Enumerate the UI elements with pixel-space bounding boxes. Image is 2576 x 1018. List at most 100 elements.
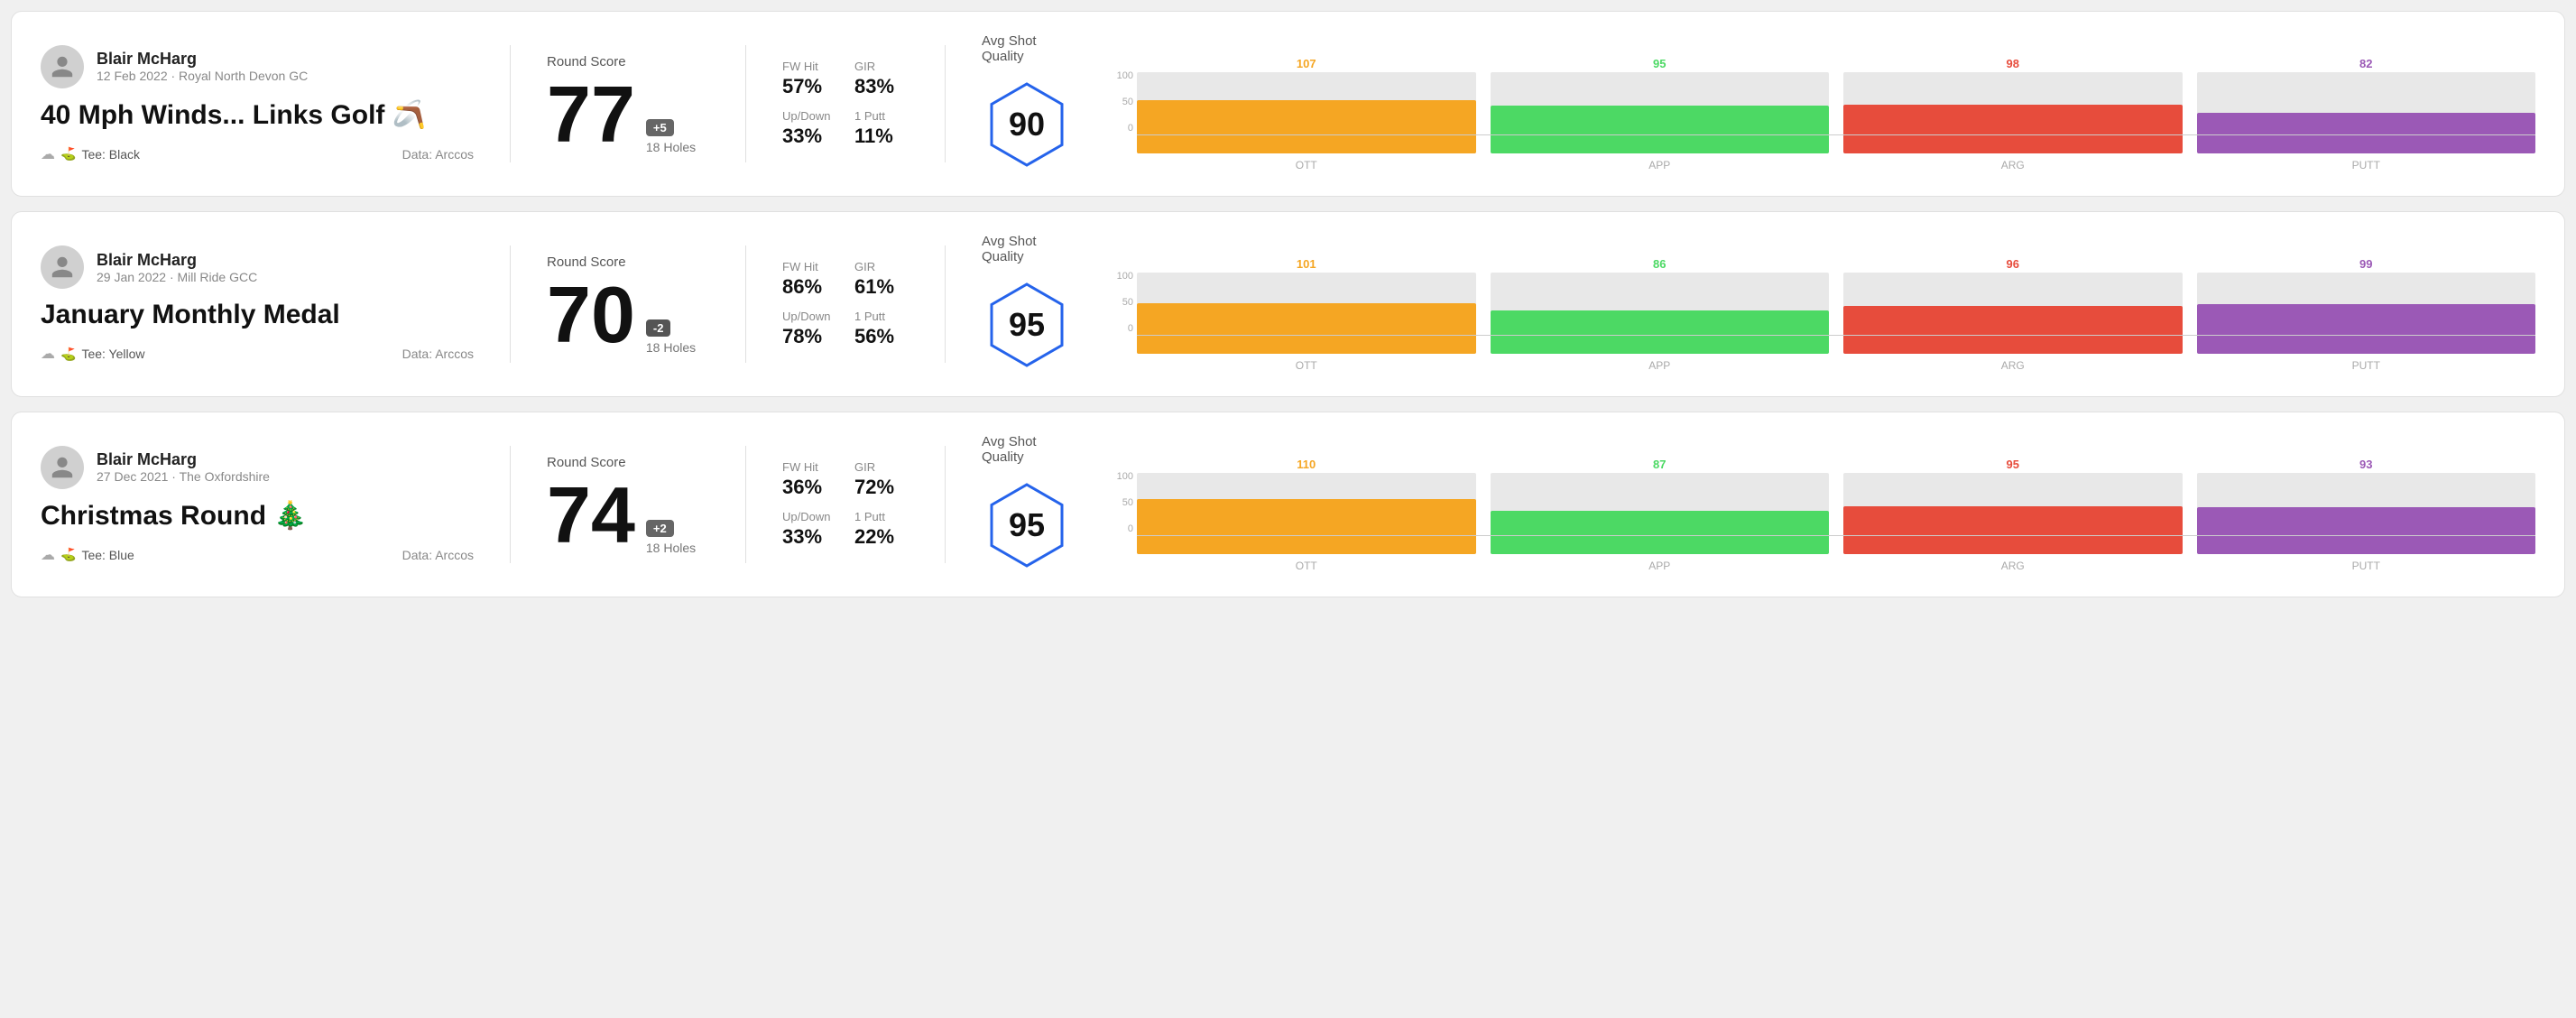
card-left: Blair McHarg12 Feb 2022 · Royal North De… — [41, 45, 510, 163]
bar-bg-app — [1491, 273, 1830, 354]
stat-label-gir: GIR — [854, 260, 909, 273]
chart-container: 100500107OTT95APP98ARG82PUTT — [1090, 54, 2535, 153]
score-badge: -2 — [646, 319, 671, 337]
stat-label-gir: GIR — [854, 460, 909, 474]
stat-value-up-down: 33% — [782, 525, 836, 549]
data-source: Data: Arccos — [402, 347, 474, 361]
stat-label-fw-hit: FW Hit — [782, 60, 836, 73]
chart-baseline — [1137, 134, 2535, 135]
bar-bg-putt — [2197, 473, 2536, 554]
user-info: Blair McHarg12 Feb 2022 · Royal North De… — [97, 50, 308, 83]
bar-label-app: APP — [1648, 159, 1670, 171]
hexagon-container: 90 — [982, 75, 1072, 174]
user-date: 12 Feb 2022 · Royal North Devon GC — [97, 69, 308, 83]
bar-fill-putt — [2197, 304, 2536, 354]
avatar — [41, 446, 84, 489]
bar-fill-ott — [1137, 499, 1476, 554]
stat-value-one-putt: 22% — [854, 525, 909, 549]
golf-bag-icon: ⛳ — [60, 547, 76, 562]
card-footer: ☁⛳Tee: BlackData: Arccos — [41, 145, 474, 163]
bar-bg-ott — [1137, 72, 1476, 153]
stat-label-gir: GIR — [854, 60, 909, 73]
bar-value-ott: 101 — [1297, 256, 1316, 273]
stat-gir: GIR72% — [854, 460, 909, 499]
score-row: 77 +518 Holes — [547, 75, 709, 154]
bar-col-putt: 93PUTT — [2197, 473, 2536, 554]
stat-value-gir: 61% — [854, 275, 909, 299]
golf-bag-icon: ⛳ — [60, 347, 76, 362]
card-footer: ☁⛳Tee: BlueData: Arccos — [41, 546, 474, 564]
stat-value-fw-hit: 57% — [782, 75, 836, 98]
score-holes: 18 Holes — [646, 340, 696, 355]
bar-bg-app — [1491, 473, 1830, 554]
bars-wrapper: 100500107OTT95APP98ARG82PUTT — [1108, 54, 2535, 153]
bar-bg-ott — [1137, 273, 1476, 354]
score-section: Round Score70-218 Holes — [511, 255, 745, 355]
tee-info: ☁⛳Tee: Blue — [41, 546, 134, 564]
y-label-100: 100 — [1108, 271, 1133, 282]
round-card: Blair McHarg29 Jan 2022 · Mill Ride GCCJ… — [11, 211, 2565, 397]
user-info: Blair McHarg29 Jan 2022 · Mill Ride GCC — [97, 251, 257, 284]
bar-bg-arg — [1843, 473, 2183, 554]
y-label-0: 0 — [1108, 523, 1133, 534]
bar-col-putt: 99PUTT — [2197, 273, 2536, 354]
user-date: 29 Jan 2022 · Mill Ride GCC — [97, 270, 257, 284]
user-row: Blair McHarg29 Jan 2022 · Mill Ride GCC — [41, 245, 474, 289]
y-axis-labels: 100500 — [1108, 271, 1133, 334]
quality-score: 95 — [1009, 506, 1045, 544]
bar-bg-ott — [1137, 473, 1476, 554]
bar-label-app: APP — [1648, 359, 1670, 372]
bar-fill-app — [1491, 106, 1830, 153]
bar-label-ott: OTT — [1296, 359, 1317, 372]
score-section: Round Score74+218 Holes — [511, 455, 745, 555]
data-source: Data: Arccos — [402, 147, 474, 162]
bar-col-app: 87APP — [1491, 473, 1830, 554]
user-name: Blair McHarg — [97, 450, 270, 469]
stats-grid: FW Hit57%GIR83%Up/Down33%1 Putt11% — [782, 60, 909, 148]
bar-label-ott: OTT — [1296, 560, 1317, 572]
score-label: Round Score — [547, 255, 709, 270]
card-footer: ☁⛳Tee: YellowData: Arccos — [41, 345, 474, 363]
quality-label: Avg Shot Quality — [982, 234, 1063, 264]
quality-label: Avg Shot Quality — [982, 434, 1063, 465]
stat-one-putt: 1 Putt56% — [854, 310, 909, 348]
stat-label-fw-hit: FW Hit — [782, 260, 836, 273]
y-label-0: 0 — [1108, 123, 1133, 134]
stats-grid: FW Hit36%GIR72%Up/Down33%1 Putt22% — [782, 460, 909, 549]
user-info: Blair McHarg27 Dec 2021 · The Oxfordshir… — [97, 450, 270, 484]
tee-label: Tee: Black — [81, 147, 140, 162]
hexagon-container: 95 — [982, 476, 1072, 575]
chart-baseline — [1137, 535, 2535, 536]
bar-fill-app — [1491, 310, 1830, 354]
score-holes: 18 Holes — [646, 140, 696, 154]
score-right: +218 Holes — [646, 520, 696, 555]
bar-bg-app — [1491, 72, 1830, 153]
bar-col-arg: 95ARG — [1843, 473, 2183, 554]
bar-value-app: 86 — [1653, 256, 1666, 273]
chart-container: 100500110OTT87APP95ARG93PUTT — [1090, 455, 2535, 554]
stat-up-down: Up/Down33% — [782, 109, 836, 148]
stat-value-one-putt: 56% — [854, 325, 909, 348]
quality-section: Avg Shot Quality 95 — [946, 234, 1090, 375]
tee-label: Tee: Blue — [81, 548, 134, 562]
score-number: 77 — [547, 75, 635, 154]
score-label: Round Score — [547, 455, 709, 470]
bar-col-arg: 98ARG — [1843, 72, 2183, 153]
bar-fill-app — [1491, 511, 1830, 554]
score-badge: +2 — [646, 520, 674, 537]
bar-fill-putt — [2197, 507, 2536, 554]
bar-fill-putt — [2197, 113, 2536, 153]
bar-label-putt: PUTT — [2352, 159, 2380, 171]
bar-value-ott: 110 — [1297, 457, 1316, 473]
user-name: Blair McHarg — [97, 50, 308, 69]
quality-label: Avg Shot Quality — [982, 33, 1063, 64]
stat-label-up-down: Up/Down — [782, 310, 836, 323]
score-section: Round Score77+518 Holes — [511, 54, 745, 154]
bar-label-arg: ARG — [2001, 159, 2025, 171]
stat-gir: GIR83% — [854, 60, 909, 98]
round-card: Blair McHarg27 Dec 2021 · The Oxfordshir… — [11, 412, 2565, 597]
score-right: +518 Holes — [646, 119, 696, 154]
stats-grid: FW Hit86%GIR61%Up/Down78%1 Putt56% — [782, 260, 909, 348]
user-row: Blair McHarg27 Dec 2021 · The Oxfordshir… — [41, 446, 474, 489]
round-title: Christmas Round 🎄 — [41, 500, 474, 532]
